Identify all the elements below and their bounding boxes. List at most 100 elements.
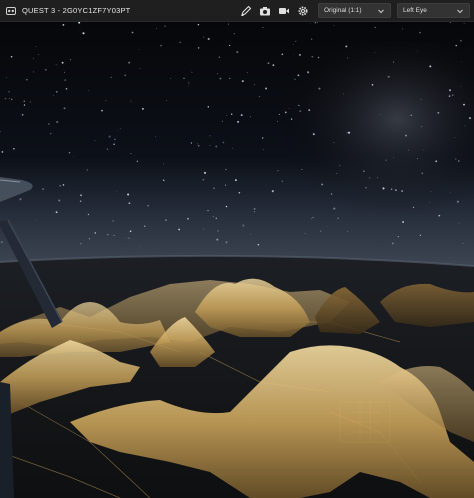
star: [82, 32, 85, 35]
star: [101, 109, 103, 112]
star: [232, 147, 233, 149]
star: [110, 76, 112, 78]
star: [69, 59, 71, 61]
star: [391, 242, 394, 245]
star: [236, 51, 239, 54]
star: [55, 211, 58, 214]
star: [21, 113, 24, 116]
star: [8, 90, 10, 93]
star: [10, 55, 13, 58]
star: [365, 186, 367, 189]
star: [165, 219, 167, 222]
star: [464, 125, 466, 127]
star: [423, 149, 425, 151]
star: [376, 177, 378, 179]
star: [240, 114, 243, 117]
star: [234, 179, 237, 182]
star: [402, 221, 405, 223]
star: [68, 152, 71, 154]
star: [6, 76, 7, 78]
star: [197, 47, 200, 49]
star: [314, 22, 316, 24]
star: [277, 120, 279, 122]
star: [435, 160, 438, 163]
star: [412, 206, 415, 208]
star: [278, 113, 280, 115]
star: [452, 94, 454, 96]
star: [106, 148, 109, 151]
star: [233, 33, 235, 35]
settings-icon[interactable]: [297, 5, 309, 17]
star: [272, 64, 275, 66]
star: [138, 49, 140, 51]
star: [318, 87, 321, 90]
star: [348, 131, 351, 134]
star: [162, 179, 165, 182]
star: [421, 126, 423, 128]
star: [62, 184, 65, 186]
star: [216, 238, 219, 241]
star: [23, 104, 26, 106]
resolution-select[interactable]: Original (1:1): [318, 3, 391, 18]
star: [222, 141, 225, 144]
star: [217, 230, 219, 232]
chevron-down-icon: [457, 9, 463, 13]
star: [253, 207, 256, 210]
star: [166, 100, 168, 102]
star: [42, 188, 44, 190]
star: [226, 114, 227, 116]
star: [385, 159, 387, 161]
star: [347, 231, 349, 232]
star: [191, 71, 193, 73]
star: [213, 187, 215, 189]
star: [80, 194, 82, 197]
star: [419, 31, 421, 34]
star: [128, 61, 131, 64]
star: [131, 31, 134, 34]
star: [265, 87, 268, 90]
star: [1, 150, 4, 153]
star: [221, 120, 223, 122]
star: [346, 57, 348, 59]
star: [38, 53, 40, 55]
star: [257, 243, 260, 246]
star: [224, 184, 227, 186]
star: [26, 79, 28, 81]
star: [178, 228, 181, 231]
star: [374, 52, 376, 54]
record-icon[interactable]: [278, 5, 290, 17]
star: [225, 168, 227, 171]
star: [458, 222, 460, 224]
star: [258, 95, 260, 97]
star: [58, 199, 61, 202]
star: [203, 36, 205, 38]
pen-icon[interactable]: [240, 5, 252, 17]
star: [197, 143, 199, 145]
star: [35, 46, 37, 48]
star: [33, 71, 35, 73]
star: [369, 177, 371, 179]
star: [63, 71, 66, 74]
star: [271, 190, 274, 193]
star: [277, 170, 279, 172]
star: [13, 147, 15, 150]
star: [107, 234, 109, 236]
star: [310, 38, 313, 40]
star: [114, 138, 116, 141]
star: [56, 120, 59, 124]
star: [163, 163, 164, 165]
star: [130, 153, 132, 155]
star: [8, 98, 10, 99]
eye-select[interactable]: Left Eye: [397, 3, 470, 18]
star: [197, 23, 200, 26]
star: [130, 100, 132, 102]
star: [139, 67, 141, 69]
star: [281, 180, 284, 183]
star: [297, 74, 300, 77]
star: [462, 242, 464, 244]
camera-icon[interactable]: [259, 5, 271, 17]
star: [231, 113, 233, 115]
star: [225, 241, 228, 244]
star: [36, 219, 37, 221]
star: [218, 56, 220, 58]
